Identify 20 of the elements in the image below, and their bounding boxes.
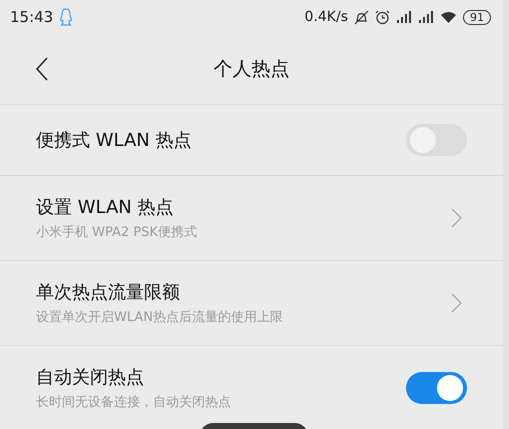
setting-description: 设置单次开启WLAN热点后流量的使用上限 <box>36 309 284 326</box>
setting-description: 小米手机 WPA2 PSK便携式 <box>36 224 198 241</box>
setting-title: 单次热点流量限额 <box>36 281 181 304</box>
signal-icon <box>418 10 434 24</box>
battery-level: 91 <box>463 10 491 24</box>
setting-title: 便携式 WLAN 热点 <box>36 129 192 152</box>
setting-title: 自动关闭热点 <box>36 366 145 389</box>
chevron-icon[interactable] <box>451 208 463 228</box>
status-time: 15:43 <box>10 8 54 26</box>
chevron-icon[interactable] <box>451 293 463 313</box>
toggle-switch[interactable] <box>406 372 467 404</box>
alarm-icon <box>375 10 390 24</box>
network-speed: 0.4K/s <box>304 9 348 25</box>
setting-title: 设置 WLAN 热点 <box>36 196 174 219</box>
penguin-icon <box>59 8 74 26</box>
wifi-icon <box>440 10 457 24</box>
setting-description: 长时间无设备连接，自动关闭热点 <box>36 394 232 411</box>
page-title: 个人热点 <box>214 57 290 82</box>
signal-icon <box>396 10 412 24</box>
muted-bell-icon <box>354 10 369 24</box>
